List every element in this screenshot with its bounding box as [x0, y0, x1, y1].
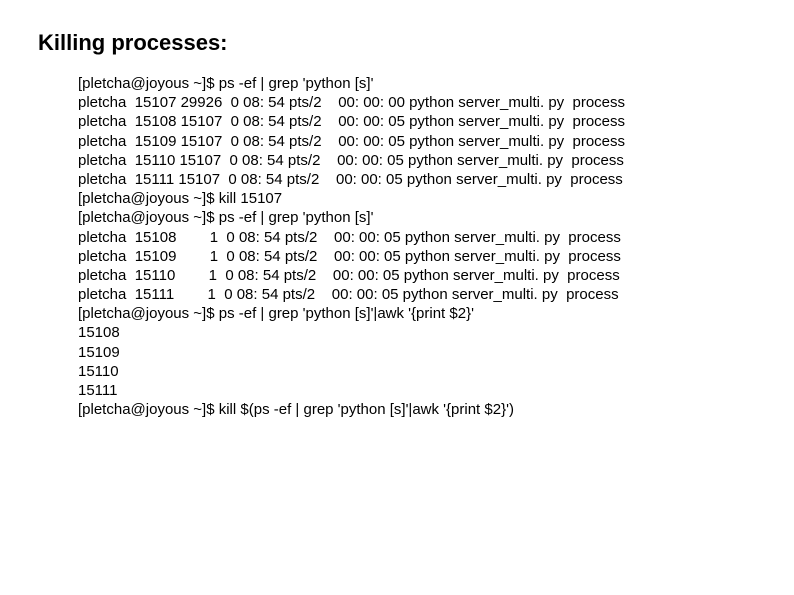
terminal-line: pletcha 15111 1 0 08: 54 pts/2 00: 00: 0…: [78, 285, 756, 304]
terminal-line: [pletcha@joyous ~]$ ps -ef | grep 'pytho…: [78, 208, 756, 227]
terminal-line: pletcha 15110 1 0 08: 54 pts/2 00: 00: 0…: [78, 266, 756, 285]
terminal-line: pletcha 15111 15107 0 08: 54 pts/2 00: 0…: [78, 170, 756, 189]
terminal-line: [pletcha@joyous ~]$ ps -ef | grep 'pytho…: [78, 74, 756, 93]
terminal-line: 15108: [78, 323, 756, 342]
terminal-line: [pletcha@joyous ~]$ kill $(ps -ef | grep…: [78, 400, 756, 419]
terminal-line: pletcha 15107 29926 0 08: 54 pts/2 00: 0…: [78, 93, 756, 112]
terminal-line: 15109: [78, 343, 756, 362]
terminal-line: pletcha 15109 1 0 08: 54 pts/2 00: 00: 0…: [78, 247, 756, 266]
terminal-line: 15110: [78, 362, 756, 381]
terminal-line: [pletcha@joyous ~]$ kill 15107: [78, 189, 756, 208]
terminal-line: [pletcha@joyous ~]$ ps -ef | grep 'pytho…: [78, 304, 756, 323]
terminal-line: pletcha 15108 15107 0 08: 54 pts/2 00: 0…: [78, 112, 756, 131]
terminal-line: pletcha 15109 15107 0 08: 54 pts/2 00: 0…: [78, 132, 756, 151]
terminal-line: 15111: [78, 381, 756, 400]
terminal-line: pletcha 15108 1 0 08: 54 pts/2 00: 00: 0…: [78, 228, 756, 247]
terminal-output: [pletcha@joyous ~]$ ps -ef | grep 'pytho…: [78, 74, 756, 419]
terminal-line: pletcha 15110 15107 0 08: 54 pts/2 00: 0…: [78, 151, 756, 170]
page-title: Killing processes:: [38, 30, 756, 56]
